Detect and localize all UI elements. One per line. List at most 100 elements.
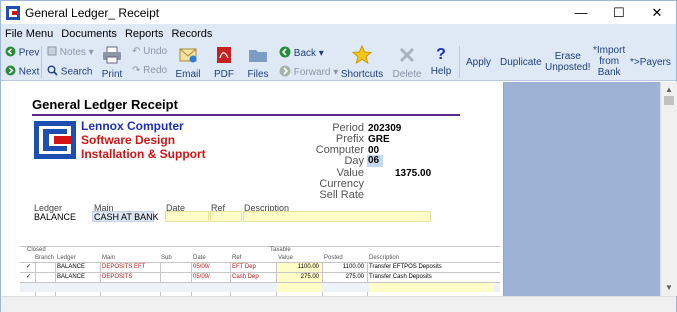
row-check[interactable]: ✓ xyxy=(26,263,31,272)
email-icon xyxy=(174,46,202,67)
row-value[interactable]: 1100.00 xyxy=(277,263,321,272)
notes-icon xyxy=(47,46,57,59)
ref-field[interactable] xyxy=(210,211,242,222)
description-field[interactable] xyxy=(243,211,431,222)
sell-rate-label: Sell Rate xyxy=(319,189,364,201)
table-row[interactable]: ✓ BALANCE DEPOSITS EFT 05/09/ EFT Dep 11… xyxy=(20,263,500,272)
row-main[interactable]: DEPOSITS EFT xyxy=(102,263,145,272)
row-ref[interactable]: Cash Dep xyxy=(232,273,259,282)
col-description: Description xyxy=(369,255,400,261)
company-logo xyxy=(34,121,76,159)
notes-button[interactable]: Notes ▾ xyxy=(47,46,94,59)
next-button[interactable]: Next xyxy=(5,65,39,79)
back-arrow-icon xyxy=(279,46,291,61)
table-new-row[interactable] xyxy=(20,283,500,292)
ledger-value[interactable]: BALANCE xyxy=(34,212,76,222)
new-row-value-cell[interactable] xyxy=(277,283,321,292)
company-tagline-2: Installation & Support xyxy=(81,147,206,161)
col-branch: Branch xyxy=(35,255,55,261)
row-posted: 275.00 xyxy=(345,274,364,280)
menu-reports[interactable]: Reports xyxy=(121,28,168,40)
col-date: Date xyxy=(193,255,206,261)
row-description[interactable]: Transfer EFTPOS Deposits xyxy=(369,263,442,272)
printer-icon xyxy=(99,46,125,67)
menu-documents[interactable]: Documents xyxy=(57,28,121,40)
menu-records[interactable]: Records xyxy=(167,28,216,40)
print-button[interactable]: Print xyxy=(99,46,125,80)
menu-file[interactable]: File Menu xyxy=(1,28,57,40)
question-mark-icon: ? xyxy=(436,46,446,63)
forward-arrow-icon xyxy=(279,65,291,80)
star-icon xyxy=(337,44,387,67)
files-button[interactable]: Files xyxy=(245,46,271,80)
search-icon xyxy=(47,65,58,79)
title-divider xyxy=(32,114,460,116)
maximize-button[interactable]: ☐ xyxy=(600,1,638,24)
col-ref: Ref xyxy=(232,255,242,261)
main-value: CASH AT BANK xyxy=(94,212,159,222)
row-ledger[interactable]: BALANCE xyxy=(57,273,85,282)
period-value[interactable]: 202309 xyxy=(368,123,401,134)
row-posted: 1100.00 xyxy=(342,264,364,270)
help-button[interactable]: ? Help xyxy=(428,46,454,77)
redo-icon: ↷ xyxy=(132,65,141,76)
scroll-up-icon[interactable]: ▲ xyxy=(665,85,673,94)
row-value[interactable]: 275.00 xyxy=(277,273,321,282)
side-panel xyxy=(504,82,660,296)
scroll-thumb[interactable] xyxy=(664,96,674,105)
vertical-scrollbar[interactable]: ▲ ▼ xyxy=(660,82,677,296)
toolbar: Prev Next Notes ▾ Search Print ↶ Undo ↷ … xyxy=(1,43,676,91)
apply-button[interactable]: Apply xyxy=(466,57,491,68)
toolbar-separator xyxy=(41,46,42,78)
row-main[interactable]: DEPOSITS xyxy=(102,273,132,282)
document-title: General Ledger Receipt xyxy=(32,97,178,112)
arrow-right-icon xyxy=(5,65,16,79)
row-date[interactable]: 05/09/ xyxy=(193,263,210,272)
undo-button[interactable]: ↶ Undo xyxy=(132,46,167,57)
pdf-button[interactable]: PDF xyxy=(211,46,237,80)
col-main: Main xyxy=(102,255,116,261)
value-amount[interactable]: 1375.00 xyxy=(395,168,431,179)
duplicate-button[interactable]: Duplicate xyxy=(500,57,542,68)
col-posted: Posted xyxy=(324,255,343,261)
arrow-left-icon xyxy=(5,46,16,60)
app-logo-icon xyxy=(6,5,20,20)
back-button[interactable]: Back ▾ xyxy=(279,46,324,61)
company-name: Lennox Computer xyxy=(81,119,184,133)
row-ref[interactable]: EFT Dep xyxy=(232,263,256,272)
col-sub: Sub xyxy=(161,255,172,261)
table-border xyxy=(20,246,500,247)
import-from-bank-button[interactable]: *Import from Bank xyxy=(593,45,625,78)
close-button[interactable]: ✕ xyxy=(638,1,676,24)
search-button[interactable]: Search xyxy=(47,65,92,79)
redo-button[interactable]: ↷ Redo xyxy=(132,65,167,76)
prefix-value[interactable]: GRE xyxy=(368,134,390,145)
row-description[interactable]: Transfer Cash Deposits xyxy=(369,273,432,282)
ledger-lines-table: Closed Taxable Branch Ledger Main Sub Da… xyxy=(20,246,500,296)
col-value: Value xyxy=(278,255,293,261)
delete-x-icon xyxy=(391,46,423,67)
date-field[interactable] xyxy=(165,211,209,222)
menu-bar: File Menu Documents Reports Records xyxy=(1,24,676,43)
new-row-description-cell[interactable] xyxy=(369,283,494,292)
horizontal-scrollbar[interactable] xyxy=(1,296,676,312)
row-ledger[interactable]: BALANCE xyxy=(57,263,85,272)
erase-unposted-button[interactable]: Erase Unposted! xyxy=(545,51,591,73)
folder-icon xyxy=(245,46,271,67)
scroll-down-icon[interactable]: ▼ xyxy=(665,283,673,292)
closed-header: Closed xyxy=(27,247,46,253)
email-button[interactable]: Email xyxy=(174,46,202,80)
minimize-button[interactable]: — xyxy=(562,1,600,24)
pdf-icon xyxy=(211,46,237,67)
app-window: General Ledger_ Receipt — ☐ ✕ File Menu … xyxy=(0,0,677,312)
row-date[interactable]: 05/09/ xyxy=(193,273,210,282)
day-input[interactable]: 06 xyxy=(367,155,383,167)
payers-button[interactable]: *>Payers xyxy=(630,57,671,68)
forward-button[interactable]: Forward ▾ xyxy=(279,65,338,80)
table-row[interactable]: ✓ BALANCE DEPOSITS 05/09/ Cash Dep 275.0… xyxy=(20,273,500,282)
delete-button[interactable]: Delete xyxy=(391,46,423,80)
undo-icon: ↶ xyxy=(132,46,141,57)
toolbar-separator xyxy=(459,46,460,78)
prev-button[interactable]: Prev xyxy=(5,46,39,60)
row-check[interactable]: ✓ xyxy=(26,273,31,282)
